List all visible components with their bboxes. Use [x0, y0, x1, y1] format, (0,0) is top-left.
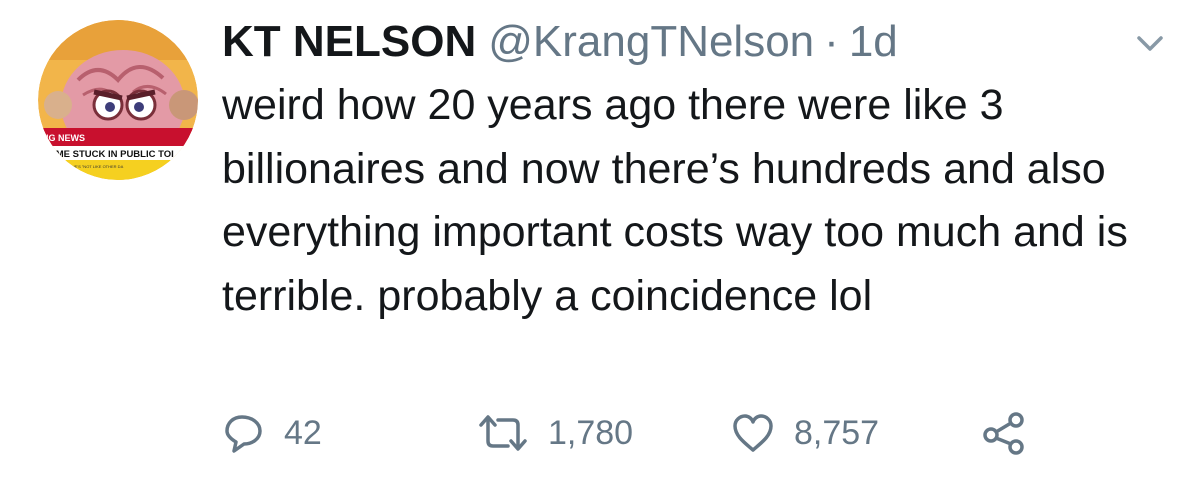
retweet-count: 1,780 [548, 413, 634, 452]
reply-count: 42 [284, 413, 322, 452]
svg-text:NG NEWS: NG NEWS [42, 133, 85, 143]
retweet-button[interactable]: 1,780 [476, 408, 633, 458]
svg-text:CAME STUCK IN PUBLIC TOI: CAME STUCK IN PUBLIC TOI [42, 149, 174, 160]
display-name[interactable]: KT NELSON [222, 14, 476, 70]
reply-icon [225, 415, 262, 453]
reply-button[interactable]: 42 [222, 408, 322, 458]
avatar-image: NG NEWS CAME STUCK IN PUBLIC TOI S HE'S … [38, 20, 198, 180]
svg-text:S HE'S "NOT LIKE OTHER DA: S HE'S "NOT LIKE OTHER DA [68, 164, 124, 169]
share-button[interactable] [980, 408, 1030, 458]
heart-icon [733, 414, 773, 452]
retweet-icon [479, 415, 527, 451]
tweet-header: KT NELSON @KrangTNelson · 1d [222, 14, 898, 70]
separator-dot: · [824, 17, 839, 66]
like-button[interactable]: 8,757 [730, 408, 879, 458]
tweet-text: weird how 20 years ago there were like 3… [222, 81, 1128, 320]
share-icon [983, 412, 1024, 455]
timestamp[interactable]: 1d [849, 14, 898, 70]
chevron-down-icon [1137, 36, 1163, 51]
avatar[interactable]: NG NEWS CAME STUCK IN PUBLIC TOI S HE'S … [38, 20, 198, 180]
user-handle[interactable]: @KrangTNelson [488, 14, 814, 70]
more-options-button[interactable] [1130, 28, 1170, 58]
like-count: 8,757 [794, 413, 880, 452]
